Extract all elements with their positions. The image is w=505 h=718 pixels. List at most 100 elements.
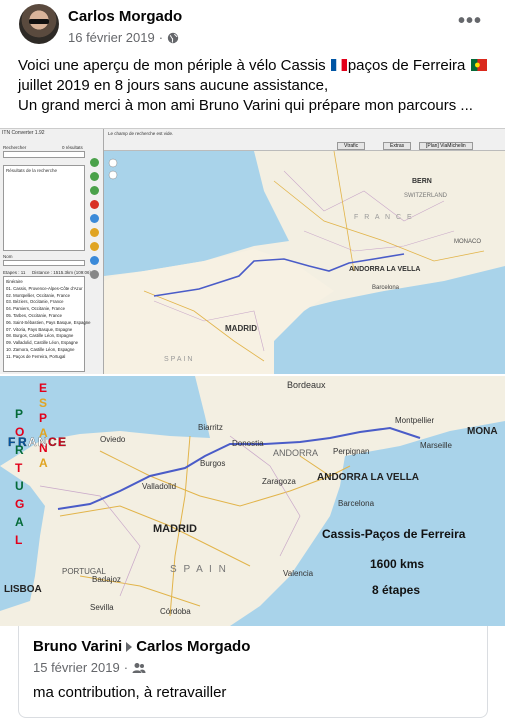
decorative-letter: S [39, 396, 47, 410]
decorative-letter: A [39, 456, 48, 470]
zoom-out-icon [108, 170, 118, 180]
down-arrow-icon[interactable] [90, 186, 99, 195]
itn-route-item[interactable]: 02. Montpellier, Occitanie, France [6, 293, 82, 300]
map2-label-monaco: MONA [467, 426, 498, 437]
itn-results-title: Résultats de la recherche [6, 168, 58, 173]
post-meta: 16 février 2019 · [68, 30, 179, 45]
map1-label-andorra: ANDORRA LA VELLA [349, 266, 420, 273]
coin-icon[interactable] [90, 228, 99, 237]
france-flag-icon [330, 59, 347, 71]
itn-map: BERN SWITZERLAND MONACO ANDORRA LA VELLA… [104, 151, 505, 374]
vtrafic-button[interactable]: Vtrafic [337, 142, 366, 150]
france-letter: C [48, 435, 57, 449]
arrow-right-icon [126, 641, 133, 652]
map2-label-valladolid: Valladolid [142, 482, 176, 491]
more-options-icon[interactable]: ••• [458, 11, 482, 31]
map1-label-spain: SPAIN [164, 356, 195, 363]
meta-separator: · [158, 30, 164, 45]
itn-route-item[interactable]: 01. Cassis, Provence-Alpes-Côte d'Azur [6, 286, 83, 293]
itn-route-item[interactable]: 06. Saint-Sébastien, Pays Basque, Espagn… [6, 320, 91, 327]
itn-name-label: Nom [3, 254, 13, 259]
map2-label-biarritz: Biarritz [198, 423, 223, 432]
coin2-icon[interactable] [90, 242, 99, 251]
france-letter: F [8, 435, 15, 449]
post-text-line2: juillet 2019 en 8 jours sans aucune assi… [18, 77, 329, 94]
map-icon[interactable] [90, 256, 99, 265]
decorative-letter: U [15, 479, 24, 493]
overlay-distance: 1600 kms [370, 557, 424, 571]
itn-route-item[interactable]: 10. Zamora, Castille Léon, Espagne [6, 347, 82, 354]
zoom-in-icon [108, 158, 118, 168]
decorative-letter: A [15, 515, 24, 529]
post-text-line1a: Voici une aperçu de mon périple à vélo C… [18, 57, 330, 74]
itn-route-item[interactable]: 09. Valladolid, Castille Léon, Espagne [6, 340, 82, 347]
map2-label-andorra: ANDORRA LA VELLA [317, 472, 419, 483]
map2-label-badajoz: Badajoz [92, 575, 121, 584]
itn-route-item[interactable]: 05. Tarbes, Occitanie, France [6, 313, 82, 320]
map1-label-monaco: MONACO [454, 239, 481, 245]
map1-label-switzerland: SWITZERLAND [404, 193, 448, 199]
shared-post-text: ma contribution, à retravailler [33, 684, 227, 701]
post-text-line3: Un grand merci à mon ami Bruno Varini qu… [18, 97, 473, 114]
itn-search-input[interactable] [3, 151, 85, 158]
itn-results-box[interactable]: Résultats de la recherche [3, 165, 85, 251]
friends-icon [132, 662, 146, 673]
shared-post-from[interactable]: Bruno Varini [33, 638, 122, 655]
itn-search-label: Rechercher [3, 145, 27, 150]
itn-route-item[interactable]: 03. Béziers, Occitanie, France [6, 299, 82, 306]
plan-button[interactable]: [Plan] ViaMichelin [419, 142, 473, 150]
itn-distance-label: Distance : 1515.3km (109:06) [32, 270, 92, 275]
map1-label-barcelona: Barcelona [372, 285, 400, 291]
map2-label-burgos: Burgos [200, 459, 225, 468]
shared-post-to[interactable]: Carlos Morgado [136, 638, 250, 655]
map1-label-bern: BERN [412, 178, 432, 185]
decorative-letter: L [15, 533, 22, 547]
itn-route-item[interactable]: 07. Vitoria, Pays Basque, Espagne [6, 327, 82, 334]
itn-route-item[interactable]: 11. Paços de Ferreira, Portugal [6, 354, 82, 361]
overlay-title: Cassis-Paços de Ferreira [322, 527, 466, 541]
undo-icon[interactable] [90, 214, 99, 223]
itn-map-toolbar: Le champ de recherche est vide. Vtrafic … [104, 129, 505, 151]
france-letter: N [38, 435, 47, 449]
france-letter: A [28, 435, 37, 449]
map1-label-france: F R A N C E [354, 214, 414, 221]
itn-app-title: ITN Converter 1.92 [2, 130, 45, 136]
map2-label-bordeaux: Bordeaux [287, 380, 326, 390]
decorative-letter: E [39, 381, 47, 395]
itn-route-title: Itinéraire [6, 279, 23, 284]
extras-button[interactable]: Extras [383, 142, 412, 150]
itn-toolbar [88, 153, 102, 284]
decorative-letter: T [15, 461, 23, 475]
itn-search-hint: Le champ de recherche est vide. [108, 131, 174, 136]
map1-label-madrid: MADRID [225, 324, 257, 333]
post-image-route-map[interactable]: Bordeaux MONA ANDORRA ANDORRA LA VELLA M… [0, 376, 505, 626]
itn-route-list[interactable]: Itinéraire 01. Cassis, Provence-Alpes-Cô… [3, 276, 91, 372]
map2-label-oviedo: Oviedo [100, 435, 126, 444]
itn-map-view[interactable]: Le champ de recherche est vide. Vtrafic … [104, 129, 505, 374]
post-date[interactable]: 16 février 2019 [68, 30, 155, 45]
delete-icon[interactable] [90, 200, 99, 209]
shared-meta-separator: · [123, 660, 129, 675]
itn-name-input[interactable] [3, 260, 85, 266]
tool-icon[interactable] [90, 270, 99, 279]
post-text: Voici une aperçu de mon périple à vélo C… [18, 56, 498, 116]
route-map: Bordeaux MONA ANDORRA ANDORRA LA VELLA M… [0, 376, 505, 626]
map2-label-madrid: MADRID [153, 523, 197, 535]
post-text-line1b: paços de Ferreira [347, 57, 470, 74]
up-arrow-icon[interactable] [90, 172, 99, 181]
post-author[interactable]: Carlos Morgado [68, 8, 182, 25]
itn-route-item[interactable]: 08. Burgos, Castille Léon, Espagne [6, 333, 82, 340]
itn-route-item[interactable]: 04. Pamiers, Occitanie, France [6, 306, 82, 313]
map2-label-spain: S P A I N [170, 564, 228, 575]
map2-label-andorra-small: ANDORRA [273, 448, 318, 458]
decorative-letter: P [15, 407, 23, 421]
map2-label-donostia: Donostia [232, 439, 264, 448]
shared-post-date[interactable]: 15 février 2019 [33, 660, 120, 675]
add-icon[interactable] [90, 158, 99, 167]
map2-label-valencia: Valencia [283, 569, 314, 578]
post-image-itn-converter[interactable]: ITN Converter 1.92 Rechercher 0 résultat… [0, 128, 505, 374]
map2-label-barcelona: Barcelona [338, 499, 375, 508]
avatar[interactable] [19, 4, 59, 44]
shared-post-card[interactable]: Bruno Varini Carlos Morgado 15 février 2… [18, 626, 488, 718]
espana-vertical-text: ESPANA [39, 381, 48, 470]
